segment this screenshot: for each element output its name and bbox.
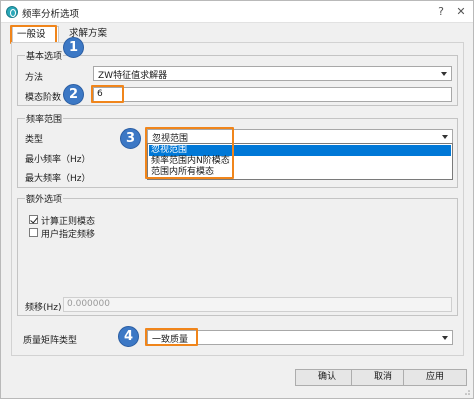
- ok-button[interactable]: 确认: [295, 369, 359, 386]
- extra-options-title: 额外选项: [25, 192, 64, 205]
- modes-input[interactable]: 6: [93, 87, 452, 102]
- modes-highlight-box: [91, 85, 124, 103]
- method-value: ZW特征值求解器: [98, 71, 168, 81]
- method-select[interactable]: ZW特征值求解器: [93, 66, 452, 81]
- step-badge-2: 2: [63, 84, 84, 105]
- normal-modes-label: 计算正则模态: [41, 217, 96, 227]
- max-frequency-label: 最大频率（Hz）: [25, 174, 91, 184]
- frequency-shift-label: 频移(Hz): [25, 303, 62, 313]
- normal-modes-checkbox[interactable]: [29, 215, 38, 224]
- title-bar: 频率分析选项 ? ✕: [1, 1, 473, 23]
- frequency-range-title: 频率范围: [25, 112, 64, 125]
- resize-grip-icon[interactable]: [462, 387, 470, 395]
- apply-button[interactable]: 应用: [403, 369, 467, 386]
- mass-matrix-highlight-box: [145, 328, 198, 346]
- user-shift-label: 用户指定频移: [41, 230, 96, 240]
- chevron-down-icon: [441, 72, 447, 76]
- range-type-highlight-box: [145, 127, 234, 179]
- step-badge-3: 3: [120, 128, 141, 149]
- step-badge-4: 4: [118, 326, 139, 347]
- method-label: 方法: [25, 73, 44, 83]
- modes-label: 模态阶数: [25, 93, 62, 103]
- help-icon[interactable]: ?: [433, 4, 449, 19]
- min-frequency-label: 最小频率（Hz）: [25, 155, 91, 165]
- user-shift-checkbox[interactable]: [29, 228, 38, 237]
- frequency-analysis-dialog: 频率分析选项 ? ✕ 一般设定 求解方案 基本选项 方法 ZW特征值求解器 模态…: [0, 0, 474, 399]
- window-title: 频率分析选项: [22, 9, 80, 20]
- step-badge-1: 1: [63, 37, 84, 58]
- frequency-shift-value: 0.000000: [67, 299, 110, 309]
- basic-options-title: 基本选项: [25, 49, 64, 62]
- close-icon[interactable]: ✕: [453, 4, 469, 19]
- range-type-label: 类型: [25, 135, 44, 145]
- frequency-shift-input[interactable]: 0.000000: [63, 297, 452, 312]
- chevron-down-icon: [442, 336, 448, 340]
- chevron-down-icon: [442, 135, 448, 139]
- app-icon: [6, 6, 18, 18]
- mass-matrix-label: 质量矩阵类型: [23, 336, 78, 346]
